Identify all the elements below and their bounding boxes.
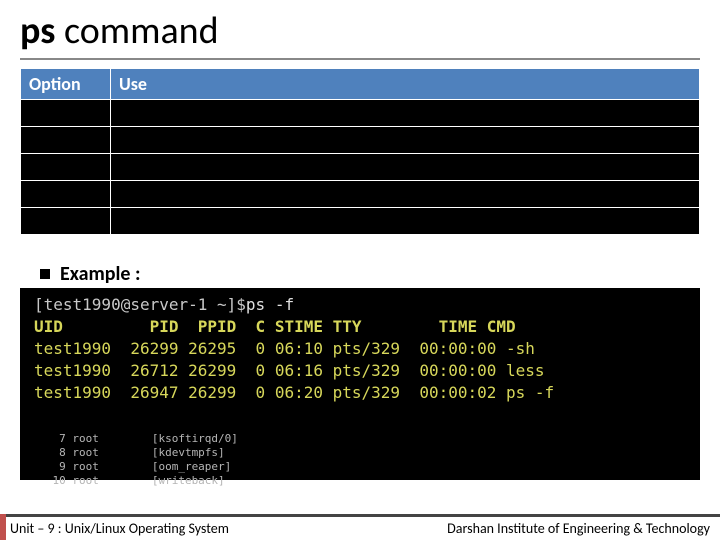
options-header-row: Option Use: [21, 69, 700, 100]
terminal-underlay-text: 7 root [ksoftirqd/0] 8 root [kdevtmpfs] …: [26, 432, 238, 487]
options-row: [21, 181, 700, 208]
terminal-prompt: [test1990@server-1 ~]$: [34, 295, 246, 314]
terminal-command: ps -f: [246, 295, 294, 314]
title-ps: ps: [20, 8, 55, 54]
options-table: Option Use: [20, 68, 700, 235]
example-text: Example :: [60, 262, 141, 286]
example-label: Example :: [40, 262, 141, 286]
terminal-row: test1990 26712 26299 0 06:16 pts/329 00:…: [34, 361, 545, 380]
terminal-overlay: [test1990@server-1 ~]$ps -f UID PID PPID…: [30, 292, 590, 406]
footer-right: Darshan Institute of Engineering & Techn…: [447, 520, 710, 537]
slide: ps command Option Use Example : 7 root […: [0, 0, 720, 540]
terminal-row: test1990 26947 26299 0 06:20 pts/329 00:…: [34, 383, 554, 402]
terminal-header: UID PID PPID C STIME TTY TIME CMD: [34, 317, 516, 336]
options-header-use: Use: [111, 69, 700, 100]
title-rule: [20, 58, 700, 60]
footer: Unit – 9 : Unix/Linux Operating System D…: [0, 514, 720, 540]
bullet-icon: [40, 269, 50, 279]
terminal-row: test1990 26299 26295 0 06:10 pts/329 00:…: [34, 339, 535, 358]
options-row: [21, 127, 700, 154]
footer-left: Unit – 9 : Unix/Linux Operating System: [10, 520, 229, 537]
options-header-option: Option: [21, 69, 111, 100]
options-row: [21, 154, 700, 181]
slide-title: ps command: [20, 8, 219, 54]
footer-accent: [0, 514, 6, 540]
options-row: [21, 100, 700, 127]
title-rest: command: [64, 8, 219, 54]
options-row: [21, 208, 700, 235]
